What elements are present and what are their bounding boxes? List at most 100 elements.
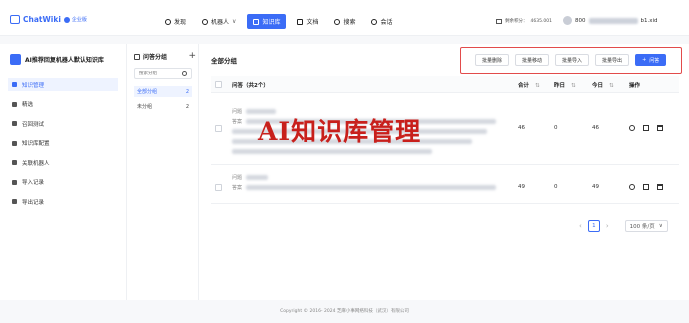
user-menu[interactable]: 80012345678901234b1.xid (563, 16, 658, 25)
table-header: 问答（共2个） 合计 ⇅ 昨日 ⇅ 今日 ⇅ 操作 (211, 76, 679, 93)
compass-icon (165, 18, 171, 25)
sidebar-item-label: 导入记录 (22, 180, 45, 186)
row-checkbox[interactable] (215, 125, 222, 132)
select-all-checkbox[interactable] (215, 81, 222, 88)
kb-header: AI推荐回复机器人默认知识库 (10, 54, 125, 65)
chevron-down-icon: ∨ (232, 18, 237, 25)
sidebar-item-import-records[interactable]: 导入记录 (8, 176, 118, 189)
search-icon (334, 18, 341, 25)
sidebar-item-label: 导出记录 (22, 199, 45, 206)
batch-import-button[interactable]: 批量导入 (555, 54, 590, 66)
chatwiki-logo-icon (10, 15, 20, 24)
top-bar: ChatWiki 企业版 发现 机器人 ∨ 知识库 文档 搜索 会话 剩余积分：… (0, 0, 689, 36)
sidebar-item-knowledge-manage[interactable]: 知识管理 (8, 78, 118, 91)
page-number-current[interactable]: 1 (587, 220, 600, 232)
nav-docs[interactable]: 文档 (292, 15, 323, 28)
column-yesterday-label: 昨日 (554, 83, 566, 89)
answer-text-redacted (232, 148, 432, 154)
delete-icon[interactable] (657, 125, 663, 131)
nav-robot[interactable]: 机器人 ∨ (197, 15, 241, 28)
group-icon (134, 53, 140, 60)
star-icon[interactable] (629, 184, 635, 190)
kb-menu: 知识管理 精选 召回测试 知识库配置 关联机器人 导入记录 导出记录 (8, 78, 118, 215)
sort-icon: ⇅ (571, 83, 576, 89)
settings-icon (12, 140, 17, 146)
answer-tag: 答案 (232, 184, 243, 191)
doc-icon (297, 18, 304, 25)
prev-page-icon[interactable]: ‹ (579, 222, 582, 230)
row-actions (629, 125, 663, 131)
nav-docs-label: 文档 (306, 19, 319, 26)
batch-delete-button[interactable]: 批量删除 (475, 54, 510, 66)
robot-icon (202, 18, 209, 25)
page-size-select[interactable]: 100 条/页 ∨ (624, 220, 668, 232)
search-icon[interactable] (182, 71, 187, 76)
sidebar-item-label: 精选 (22, 102, 34, 108)
sidebar-item-label: 知识库配置 (22, 141, 50, 147)
row-today: 46 (592, 125, 599, 131)
sidebar-item-linked-robots[interactable]: 关联机器人 (8, 156, 118, 169)
main-nav: 发现 机器人 ∨ 知识库 文档 搜索 会话 (160, 14, 398, 29)
group-search (134, 68, 192, 79)
page-size-value: 100 条/页 (629, 224, 655, 230)
nav-chat[interactable]: 会话 (366, 15, 397, 28)
table-row[interactable]: 问题 答案 49 0 49 (211, 165, 679, 204)
wallet-icon (496, 18, 502, 24)
balance-label: 剩余积分： (505, 19, 528, 24)
nav-discover-label: 发现 (174, 19, 187, 26)
question-tag: 问题 (232, 174, 243, 181)
sidebar-item-label: 知识管理 (22, 82, 45, 89)
delete-icon[interactable] (657, 184, 663, 190)
edition-badge: 企业版 (63, 16, 87, 23)
copyright-footer: Copyright © 2016- 2024 芝麻小事网络科技（武汉）有限公司 (280, 309, 409, 314)
sidebar-item-recall-test[interactable]: 召回测试 (8, 117, 118, 130)
add-qa-button[interactable]: + 问答 (635, 54, 667, 66)
row-yesterday: 0 (554, 125, 558, 131)
row-checkbox[interactable] (215, 184, 222, 191)
main-content: 全部分组 批量删除 批量移动 批量导入 批量导出 + 问答 问答（共2个） 合计… (199, 44, 689, 300)
sidebar-item-export-records[interactable]: 导出记录 (8, 195, 118, 208)
next-page-icon[interactable]: › (606, 222, 609, 230)
nav-chat-label: 会话 (380, 19, 393, 26)
app-logo[interactable]: ChatWiki 企业版 (10, 15, 87, 24)
group-search-input[interactable] (139, 71, 179, 76)
user-name-suffix: b1.xid (640, 17, 658, 24)
edit-icon[interactable] (643, 125, 649, 131)
column-total-label: 合计 (518, 83, 530, 89)
sort-icon: ⇅ (535, 83, 540, 89)
nav-search[interactable]: 搜索 (329, 15, 360, 28)
sidebar-item-kb-config[interactable]: 知识库配置 (8, 137, 118, 150)
column-total[interactable]: 合计 ⇅ (518, 81, 540, 89)
batch-move-button[interactable]: 批量移动 (515, 54, 550, 66)
row-total: 46 (518, 125, 525, 131)
chat-icon (371, 18, 378, 25)
groups-title-label: 问答分组 (143, 54, 168, 61)
nav-discover[interactable]: 发现 (160, 15, 191, 28)
chevron-down-icon: ∨ (658, 223, 663, 229)
group-item-label: 全部分组 (137, 89, 158, 95)
question-text-redacted (246, 174, 269, 180)
avatar (563, 16, 572, 25)
nav-knowledge-base[interactable]: 知识库 (247, 14, 287, 29)
column-yesterday[interactable]: 昨日 ⇅ (554, 81, 576, 89)
add-group-icon[interactable]: + (188, 52, 196, 61)
kb-title: AI推荐回复机器人默认知识库 (25, 57, 104, 64)
edit-icon[interactable] (643, 184, 649, 190)
star-icon[interactable] (629, 125, 635, 131)
batch-export-button[interactable]: 批量导出 (595, 54, 630, 66)
answer-text-redacted (246, 184, 497, 190)
batch-actions: 批量删除 批量移动 批量导入 批量导出 + 问答 (475, 54, 667, 66)
balance-value: 4635.001 (530, 18, 552, 24)
app-name: ChatWiki (23, 15, 61, 24)
group-item-ungrouped[interactable]: 未分组 2 (134, 101, 192, 112)
group-item-all[interactable]: 全部分组 2 (134, 86, 192, 97)
row-today: 49 (592, 184, 599, 190)
sidebar-item-featured[interactable]: 精选 (8, 98, 118, 111)
nav-search-label: 搜索 (343, 19, 356, 26)
add-qa-label: 问答 (649, 57, 660, 64)
column-today-label: 今日 (592, 83, 604, 89)
robot-icon (12, 160, 17, 165)
nav-robot-label: 机器人 (211, 19, 230, 26)
row-yesterday: 0 (554, 184, 558, 190)
column-today[interactable]: 今日 ⇅ (592, 81, 614, 89)
